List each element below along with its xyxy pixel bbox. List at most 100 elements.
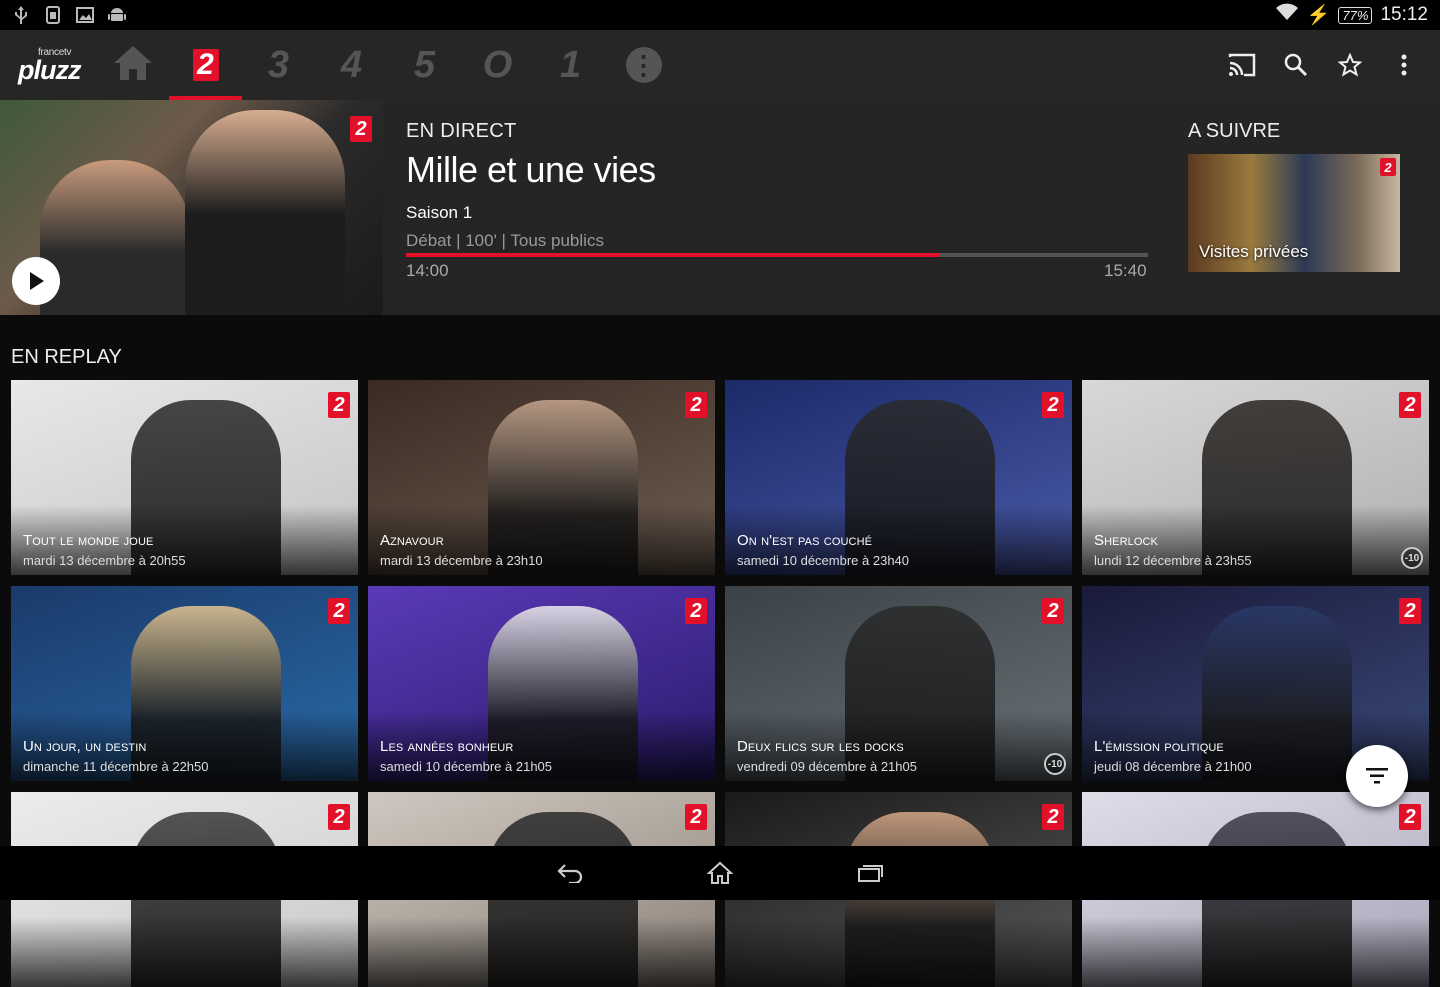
caption-shade xyxy=(11,917,358,987)
play-button[interactable] xyxy=(12,257,60,305)
cast-icon xyxy=(1228,53,1256,77)
replay-card[interactable]: 2 Deux flics sur les docks vendredi 09 déc… xyxy=(725,586,1072,781)
clock: 15:12 xyxy=(1380,4,1428,25)
recents-icon xyxy=(858,865,883,882)
tab-channel-1[interactable]: 1 xyxy=(534,30,607,100)
thumbnail-figure xyxy=(40,160,190,315)
tab-channel-4[interactable]: 4 xyxy=(315,30,388,100)
replay-card-title: Les années bonheur xyxy=(380,738,514,755)
channel-o-icon: O xyxy=(482,43,513,86)
live-thumbnail[interactable]: 2 xyxy=(0,100,383,315)
replay-card-date: samedi 10 décembre à 23h40 xyxy=(737,553,910,568)
tab-channel-3[interactable]: 3 xyxy=(242,30,315,100)
back-button[interactable] xyxy=(550,853,590,893)
channel-2-badge: 2 xyxy=(685,804,707,830)
replay-card-title: On n'est pas couché xyxy=(737,532,873,549)
live-progress-bar xyxy=(406,253,1148,257)
channel-2-badge: 2 xyxy=(1042,804,1064,830)
replay-card-title: L'émission politique xyxy=(1094,738,1224,755)
caption-shade xyxy=(368,917,715,987)
back-icon xyxy=(557,864,583,883)
home-icon xyxy=(707,861,733,884)
replay-card[interactable]: 2 Sherlock lundi 12 décembre à 23h55 -10 xyxy=(1082,380,1429,575)
live-end-time: 15:40 xyxy=(1104,261,1147,280)
channel-2-badge: 2 xyxy=(1380,158,1396,176)
android-icon xyxy=(108,6,126,24)
sim-icon xyxy=(44,6,62,24)
more-channels-icon: ⋮ xyxy=(625,47,662,83)
caption-shade xyxy=(1082,917,1429,987)
tab-more-channels[interactable]: ⋮ xyxy=(607,30,680,100)
battery-level: 77% xyxy=(1338,6,1373,24)
replay-card[interactable]: 2 Les années bonheur samedi 10 décembre à … xyxy=(368,586,715,781)
pluzz-logo[interactable]: francetv pluzz xyxy=(0,30,96,100)
replay-card[interactable]: 2 On n'est pas couché samedi 10 décembre à… xyxy=(725,380,1072,575)
replay-section-title: EN REPLAY xyxy=(11,346,122,368)
channel-1-icon: 1 xyxy=(559,43,582,86)
channel-2-badge: 2 xyxy=(350,116,372,142)
age-rating-badge: -10 xyxy=(1401,547,1423,569)
replay-card-date: mardi 13 décembre à 23h10 xyxy=(380,553,543,568)
live-progress-fill xyxy=(406,253,941,257)
channel-2-badge: 2 xyxy=(1399,598,1421,624)
channel-2-badge: 2 xyxy=(328,392,350,418)
favorites-button[interactable] xyxy=(1334,49,1366,81)
recents-button[interactable] xyxy=(850,853,890,893)
channel-tabs: 2 3 4 5 O 1 ⋮ xyxy=(96,30,680,100)
channel-2-badge: 2 xyxy=(685,598,707,624)
top-app-bar: francetv pluzz 2 3 4 5 O 1 ⋮ xyxy=(0,30,1440,100)
replay-card-title: Aznavour xyxy=(380,532,444,549)
search-button[interactable] xyxy=(1280,49,1312,81)
replay-card-date: dimanche 11 décembre à 22h50 xyxy=(23,759,209,774)
channel-5-icon: 5 xyxy=(413,43,436,86)
replay-card-date: samedi 10 décembre à 21h05 xyxy=(380,759,553,774)
channel-2-badge: 2 xyxy=(1399,804,1421,830)
status-bar: ⚡ 77% 15:12 xyxy=(0,0,1440,30)
charging-icon: ⚡ xyxy=(1306,5,1331,26)
replay-card-title: Sherlock xyxy=(1094,532,1158,549)
channel-2-badge: 2 xyxy=(328,598,350,624)
channel-2-badge: 2 xyxy=(685,392,707,418)
channel-2-badge: 2 xyxy=(1042,598,1064,624)
replay-card[interactable]: 2 Tout le monde joue mardi 13 décembre à 2… xyxy=(11,380,358,575)
replay-card-date: jeudi 08 décembre à 21h00 xyxy=(1094,759,1252,774)
live-now-panel: 2 EN DIRECT Mille et une vies Saison 1 D… xyxy=(0,100,1440,315)
replay-card-date: lundi 12 décembre à 23h55 xyxy=(1094,553,1252,568)
up-next-card[interactable]: 2 Visites privées xyxy=(1188,154,1400,272)
channel-2-badge: 2 xyxy=(1042,392,1064,418)
image-icon xyxy=(76,6,94,24)
live-label: EN DIRECT xyxy=(406,120,517,142)
cast-button[interactable] xyxy=(1226,49,1258,81)
caption-shade xyxy=(725,917,1072,987)
thumbnail-figure xyxy=(185,110,345,315)
home-nav-button[interactable] xyxy=(700,853,740,893)
live-season: Saison 1 xyxy=(406,203,473,222)
logo-name: pluzz xyxy=(18,55,82,85)
live-program-meta: Débat | 100' | Tous publics xyxy=(406,231,604,250)
replay-card-date: mardi 13 décembre à 20h55 xyxy=(23,553,186,568)
age-rating-badge: -10 xyxy=(1044,753,1066,775)
filter-icon xyxy=(1366,768,1388,784)
tab-home[interactable] xyxy=(96,30,169,100)
replay-card-title: Un jour, un destin xyxy=(23,738,147,755)
replay-card[interactable]: 2 Aznavour mardi 13 décembre à 23h10 xyxy=(368,380,715,575)
tab-channel-o[interactable]: O xyxy=(461,30,534,100)
filter-button[interactable] xyxy=(1346,745,1408,807)
overflow-menu-icon xyxy=(1401,54,1407,76)
tab-channel-2[interactable]: 2 xyxy=(169,30,242,100)
channel-2-icon: 2 xyxy=(192,48,219,81)
overflow-menu-button[interactable] xyxy=(1388,49,1420,81)
tab-channel-5[interactable]: 5 xyxy=(388,30,461,100)
replay-card-date: vendredi 09 décembre à 21h05 xyxy=(737,759,917,774)
search-icon xyxy=(1284,53,1308,77)
live-program-title[interactable]: Mille et une vies xyxy=(406,149,1148,191)
wifi-icon xyxy=(1275,3,1299,27)
replay-card[interactable]: 2 Un jour, un destin dimanche 11 décembre … xyxy=(11,586,358,781)
home-icon xyxy=(112,44,154,87)
usb-icon xyxy=(12,6,30,24)
live-start-time: 14:00 xyxy=(406,261,449,280)
play-icon xyxy=(30,272,44,290)
up-next-label: A SUIVRE xyxy=(1188,120,1281,142)
replay-card-title: Deux flics sur les docks xyxy=(737,738,904,755)
channel-2-badge: 2 xyxy=(1399,392,1421,418)
